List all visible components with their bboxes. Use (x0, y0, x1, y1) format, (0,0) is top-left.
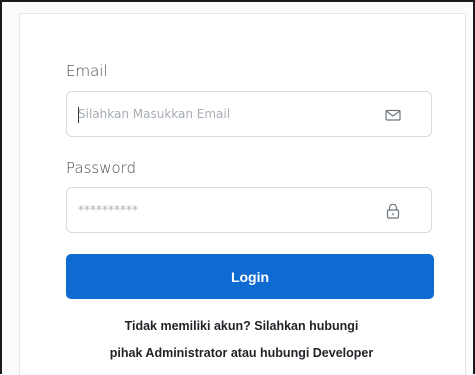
email-field-container[interactable] (66, 91, 432, 137)
email-label: Email (66, 62, 108, 80)
password-label: Password (66, 159, 137, 177)
password-field-container[interactable] (66, 187, 432, 233)
password-input[interactable] (78, 188, 378, 232)
email-input[interactable] (78, 92, 378, 136)
help-text-line-2: pihak Administrator atau hubungi Develop… (109, 346, 374, 360)
lock-icon (383, 201, 403, 221)
envelope-icon (383, 105, 403, 125)
login-button[interactable]: Login (66, 254, 434, 299)
help-text-line-1: Tidak memiliki akun? Silahkan hubungi (124, 319, 359, 333)
